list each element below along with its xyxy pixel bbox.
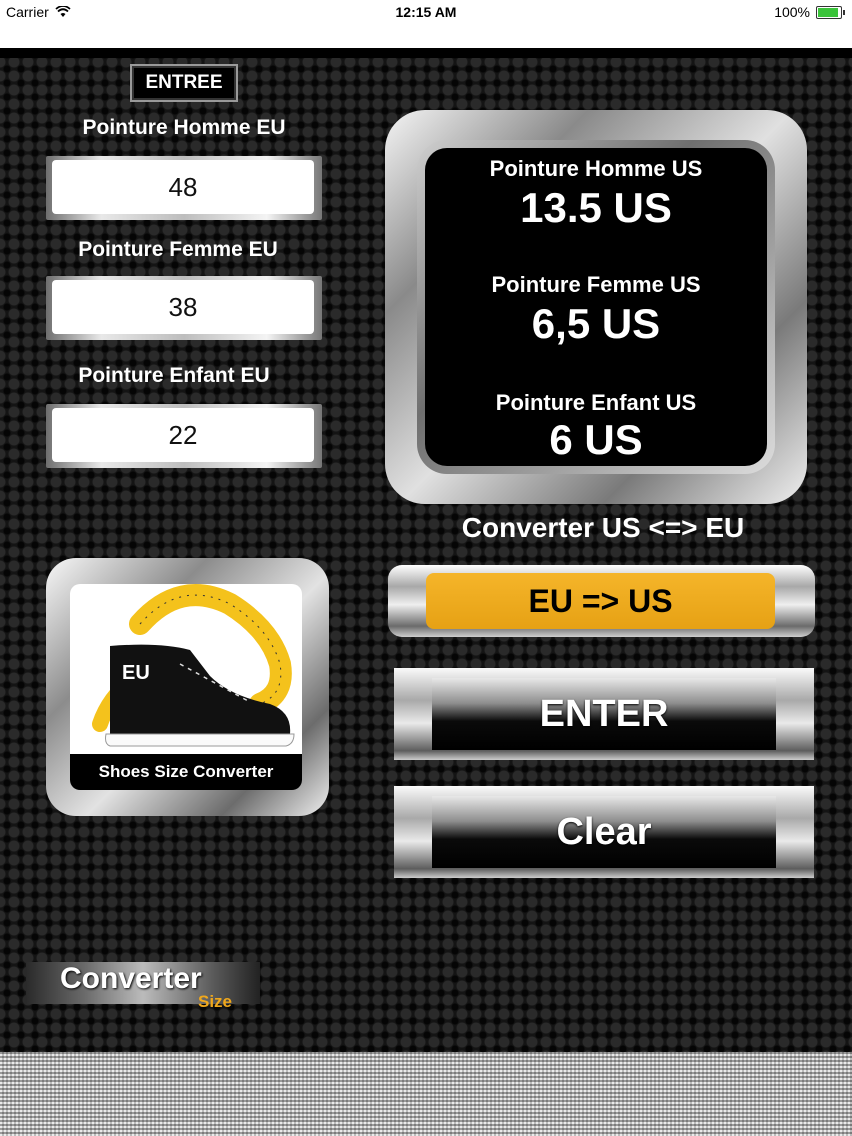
mode-toggle-button[interactable]: EU => US — [388, 565, 815, 637]
homme-eu-label: Pointure Homme EU — [82, 116, 286, 139]
entree-title: ENTREE — [130, 64, 238, 102]
enfant-us-value: 6 US — [549, 416, 643, 463]
clear-button[interactable]: Clear — [394, 786, 814, 878]
homme-us-label: Pointure Homme US — [489, 156, 703, 181]
results-panel: Pointure Homme US 13.5 US Pointure Femme… — [385, 110, 807, 504]
enfant-us-label: Pointure Enfant US — [495, 390, 697, 415]
battery-icon — [816, 5, 845, 19]
enfant-eu-label: Pointure Enfant EU — [78, 364, 270, 387]
shoe-tape-icon: EU — [92, 584, 295, 747]
femme-eu-input[interactable]: 38 — [52, 280, 314, 334]
femme-us-value: 6,5 US — [531, 300, 661, 347]
results-screen: Pointure Homme US 13.5 US Pointure Femme… — [425, 148, 767, 466]
femme-us-label: Pointure Femme US — [491, 272, 701, 297]
bottom-metal-mesh — [0, 1052, 852, 1136]
converter-direction-label: Converter US <=> EU — [461, 512, 745, 543]
homme-eu-input[interactable]: 48 — [52, 160, 314, 214]
brand-main-text: Converter — [60, 962, 202, 995]
enfant-eu-input[interactable]: 22 — [52, 408, 314, 462]
logo-eu-badge: EU — [122, 662, 150, 684]
status-bar: Carrier 12:15 AM 100% — [0, 0, 852, 48]
clock: 12:15 AM — [395, 4, 457, 20]
enter-button[interactable]: ENTER — [394, 668, 814, 760]
homme-eu-field-frame: 48 — [46, 156, 322, 220]
enfant-eu-field-frame: 22 — [46, 404, 322, 468]
femme-eu-label: Pointure Femme EU — [78, 238, 278, 261]
app-logo: EU Shoes Size Converter — [70, 584, 302, 790]
logo-caption: Shoes Size Converter — [70, 754, 302, 790]
enter-button-label: ENTER — [432, 678, 776, 750]
clear-button-label: Clear — [432, 796, 776, 868]
mode-toggle-label: EU => US — [426, 573, 775, 629]
femme-eu-field-frame: 38 — [46, 276, 322, 340]
homme-us-value: 13.5 US — [520, 184, 672, 231]
brand-sub-text: Size — [198, 992, 233, 1011]
app-logo-frame: EU Shoes Size Converter — [46, 558, 329, 816]
brand-banner: Converter Size — [26, 962, 260, 1011]
battery-percent: 100% — [774, 4, 810, 20]
